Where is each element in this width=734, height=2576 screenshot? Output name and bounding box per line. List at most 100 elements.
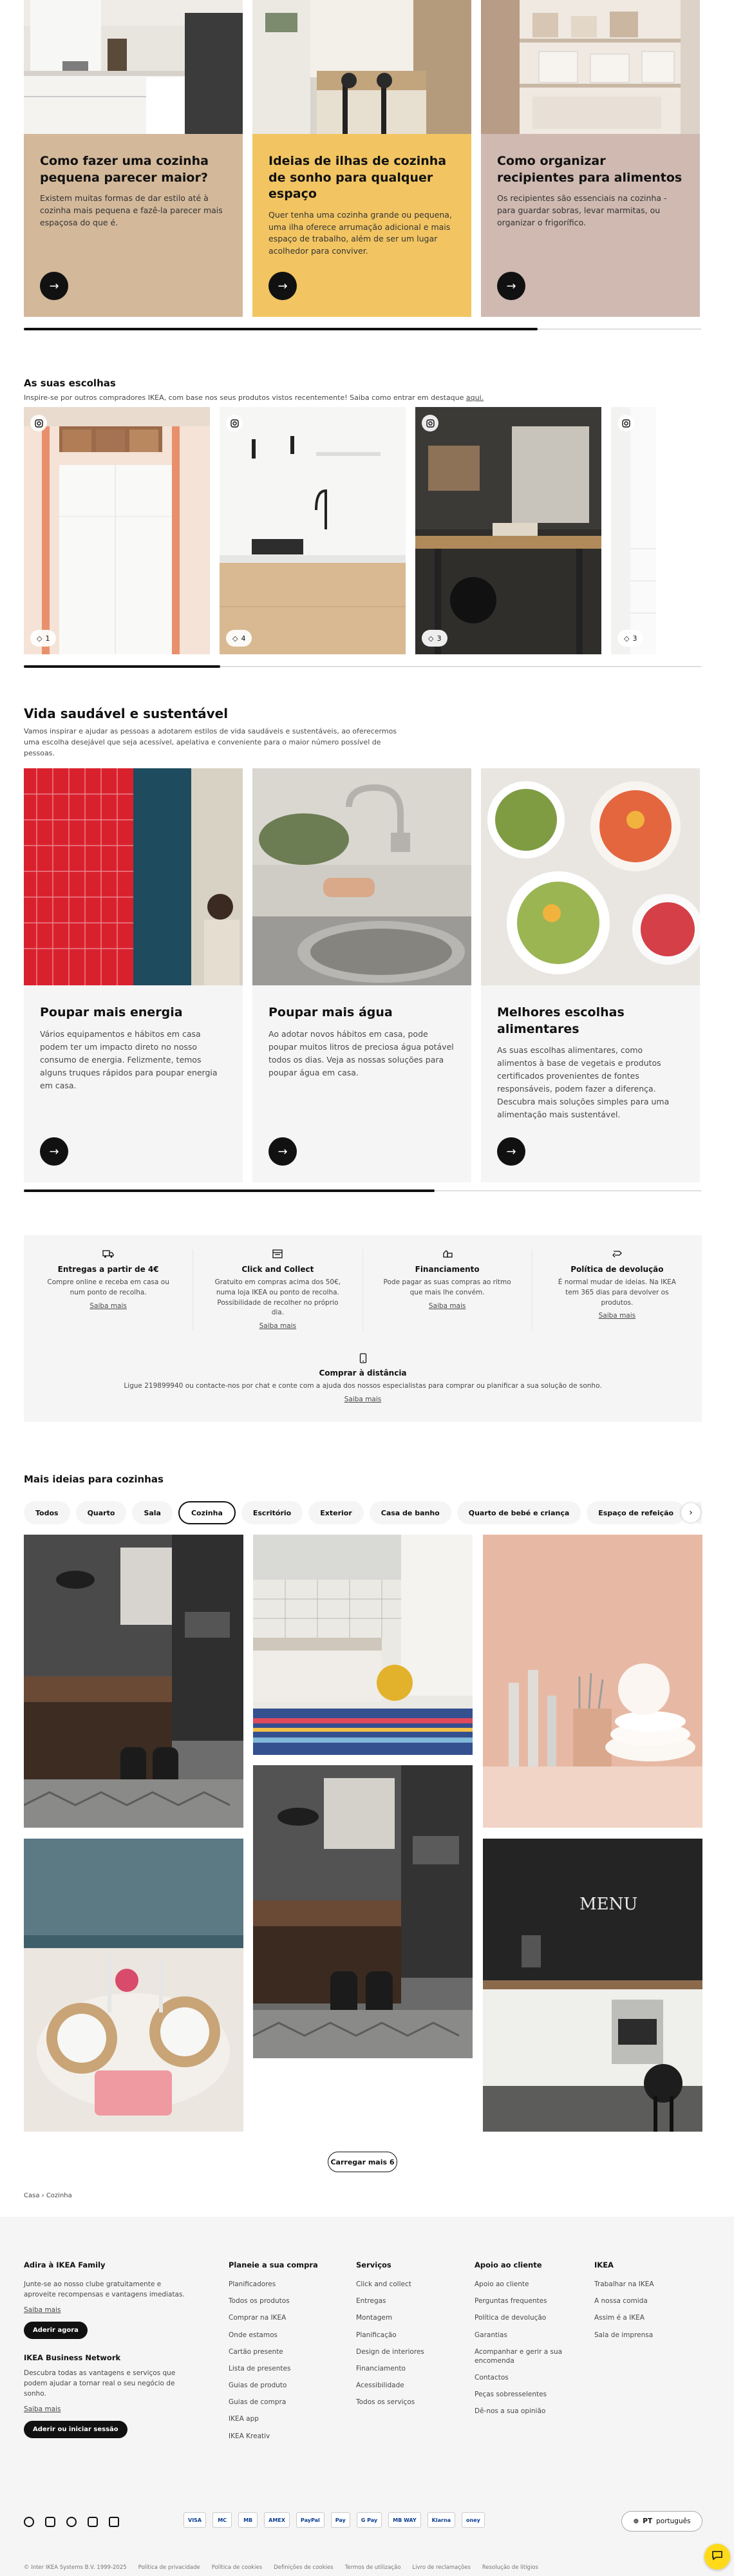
footer-link[interactable]: Entregas — [356, 2297, 466, 2306]
filter-pill[interactable]: Cozinha — [178, 1501, 236, 1524]
arrow-right-button[interactable]: → — [40, 272, 68, 300]
footer-link[interactable]: Guias de compra — [229, 2398, 344, 2407]
instagram-icon[interactable] — [45, 2517, 55, 2527]
footer-link[interactable]: Click and collect — [356, 2280, 466, 2289]
inspiration-card[interactable]: ◇ 3 — [611, 407, 656, 654]
footer-link[interactable]: Guias de produto — [229, 2381, 344, 2390]
facebook-icon[interactable] — [24, 2517, 34, 2527]
legal-link[interactable]: Livro de reclamações — [412, 2564, 470, 2571]
footer-link[interactable]: Contactos — [475, 2373, 571, 2382]
arrow-right-button[interactable]: → — [268, 272, 297, 300]
footer-link[interactable]: Política de devolução — [475, 2313, 571, 2322]
footer-link[interactable]: Sala de imprensa — [594, 2331, 704, 2340]
legal-link[interactable]: Termos de utilização — [345, 2564, 401, 2571]
tag-count-badge[interactable]: ◇ 3 — [422, 630, 448, 647]
footer-link[interactable]: Trabalhar na IKEA — [594, 2280, 704, 2289]
footer-link[interactable]: Dê-nos a sua opinião — [475, 2407, 571, 2416]
legal-link[interactable]: Definições de cookies — [274, 2564, 333, 2571]
tag-count-badge[interactable]: ◇ 3 — [617, 630, 644, 647]
footer-link[interactable]: Assim é a IKEA — [594, 2313, 704, 2322]
article-card[interactable]: Ideias de ilhas de cozinha de sonho para… — [252, 0, 471, 317]
footer-link[interactable]: IKEA Kreativ — [229, 2432, 344, 2441]
footer-link[interactable]: Todos os produtos — [229, 2297, 344, 2306]
carousel-scrollbar[interactable] — [24, 328, 701, 330]
arrow-right-button[interactable]: → — [497, 272, 525, 300]
pills-next-button[interactable]: › — [681, 1503, 701, 1522]
article-card[interactable]: Como fazer uma cozinha pequena parecer m… — [24, 0, 243, 317]
filter-pill[interactable]: Exterior — [308, 1501, 364, 1524]
footer-link[interactable]: Design de interiores — [356, 2347, 466, 2356]
service-link[interactable]: Saiba mais — [344, 1396, 382, 1403]
legal-link[interactable]: Resolução de litígios — [482, 2564, 538, 2571]
arrow-right-button[interactable]: → — [497, 1137, 525, 1166]
card-title[interactable]: Poupar mais água — [268, 1005, 455, 1021]
article-title[interactable]: Como fazer uma cozinha pequena parecer m… — [40, 153, 227, 186]
legal-link[interactable]: Política de cookies — [212, 2564, 262, 2571]
footer-link[interactable]: Apoio ao cliente — [475, 2280, 571, 2289]
tag-count-badge[interactable]: ◇ 4 — [226, 630, 252, 647]
language-selector[interactable]: ⊕ PT português — [621, 2511, 702, 2532]
footer-link[interactable]: Planificadores — [229, 2280, 344, 2289]
scrollbar-thumb[interactable] — [24, 328, 538, 330]
arrow-right-button[interactable]: → — [268, 1137, 297, 1166]
family-link[interactable]: Saiba mais — [24, 2306, 185, 2316]
legal-link[interactable]: Política de privacidade — [138, 2564, 200, 2571]
inspiration-card[interactable]: ◇ 4 — [220, 407, 406, 654]
scrollbar-thumb[interactable] — [24, 665, 220, 668]
carousel-scrollbar[interactable] — [24, 665, 701, 668]
service-link[interactable]: Saiba mais — [259, 1322, 297, 1330]
breadcrumb-home[interactable]: Casa — [24, 2192, 39, 2199]
gallery-image[interactable] — [483, 1535, 702, 1828]
filter-pill[interactable]: Sala — [132, 1501, 173, 1524]
footer-link[interactable]: Acessibilidade — [356, 2381, 466, 2390]
article-card[interactable]: Como organizar recipientes para alimento… — [481, 0, 700, 317]
filter-pill[interactable]: Quarto — [75, 1501, 127, 1524]
gallery-image[interactable] — [253, 1535, 473, 1755]
article-title[interactable]: Ideias de ilhas de cozinha de sonho para… — [268, 153, 455, 203]
service-link[interactable]: Saiba mais — [89, 1302, 127, 1310]
filter-pill[interactable]: Casa de banho — [369, 1501, 451, 1524]
join-family-button[interactable]: Aderir agora — [24, 2322, 88, 2340]
gallery-image[interactable] — [24, 1839, 243, 2132]
footer-link[interactable]: IKEA app — [229, 2414, 344, 2423]
arrow-right-button[interactable]: → — [40, 1137, 68, 1166]
load-more-button[interactable]: Carregar mais 6 — [328, 2152, 397, 2172]
footer-link[interactable]: Perguntas frequentes — [475, 2297, 571, 2306]
footer-link[interactable]: Peças sobresselentes — [475, 2390, 571, 2399]
inspiration-card[interactable]: ◇ 1 — [24, 407, 210, 654]
join-business-button[interactable]: Aderir ou iniciar sessão — [24, 2421, 127, 2439]
pinterest-icon[interactable] — [66, 2517, 77, 2527]
footer-link[interactable]: Comprar na IKEA — [229, 2313, 344, 2322]
filter-pill[interactable]: Escritório — [241, 1501, 303, 1524]
service-link[interactable]: Saiba mais — [599, 1312, 636, 1320]
youtube-icon[interactable] — [88, 2517, 98, 2527]
footer-link[interactable]: Planificação — [356, 2331, 466, 2340]
footer-link[interactable]: A nossa comida — [594, 2297, 704, 2306]
gallery-image[interactable]: MENU — [483, 1839, 702, 2132]
footer-link[interactable]: Financiamento — [356, 2364, 466, 2373]
chat-button[interactable] — [704, 2544, 730, 2570]
footer-link[interactable]: Garantias — [475, 2331, 571, 2340]
tag-count-badge[interactable]: ◇ 1 — [30, 630, 57, 647]
card-title[interactable]: Melhores escolhas alimentares — [497, 1005, 684, 1037]
footer-link[interactable]: Onde estamos — [229, 2331, 344, 2340]
service-link[interactable]: Saiba mais — [429, 1302, 466, 1310]
sustainability-card[interactable]: Poupar mais energia Vários equipamentos … — [24, 768, 243, 1182]
linkedin-icon[interactable] — [109, 2517, 119, 2527]
footer-link[interactable]: Acompanhar e gerir a sua encomenda — [475, 2347, 571, 2365]
featured-link[interactable]: aqui. — [466, 393, 484, 402]
business-link[interactable]: Saiba mais — [24, 2405, 185, 2415]
carousel-scrollbar[interactable] — [24, 1189, 701, 1192]
card-title[interactable]: Poupar mais energia — [40, 1005, 227, 1021]
gallery-image[interactable] — [24, 1535, 243, 1828]
article-title[interactable]: Como organizar recipientes para alimento… — [497, 153, 684, 186]
footer-link[interactable]: Cartão presente — [229, 2347, 344, 2356]
scrollbar-thumb[interactable] — [24, 1189, 435, 1192]
sustainability-card[interactable]: Melhores escolhas alimentares As suas es… — [481, 768, 700, 1182]
footer-link[interactable]: Todos os serviços — [356, 2398, 466, 2407]
sustainability-card[interactable]: Poupar mais água Ao adotar novos hábitos… — [252, 768, 471, 1182]
gallery-image[interactable] — [253, 1765, 473, 2058]
filter-pill[interactable]: Espaço de refeição — [587, 1501, 686, 1524]
footer-link[interactable]: Montagem — [356, 2313, 466, 2322]
inspiration-card[interactable]: ◇ 3 — [415, 407, 601, 654]
